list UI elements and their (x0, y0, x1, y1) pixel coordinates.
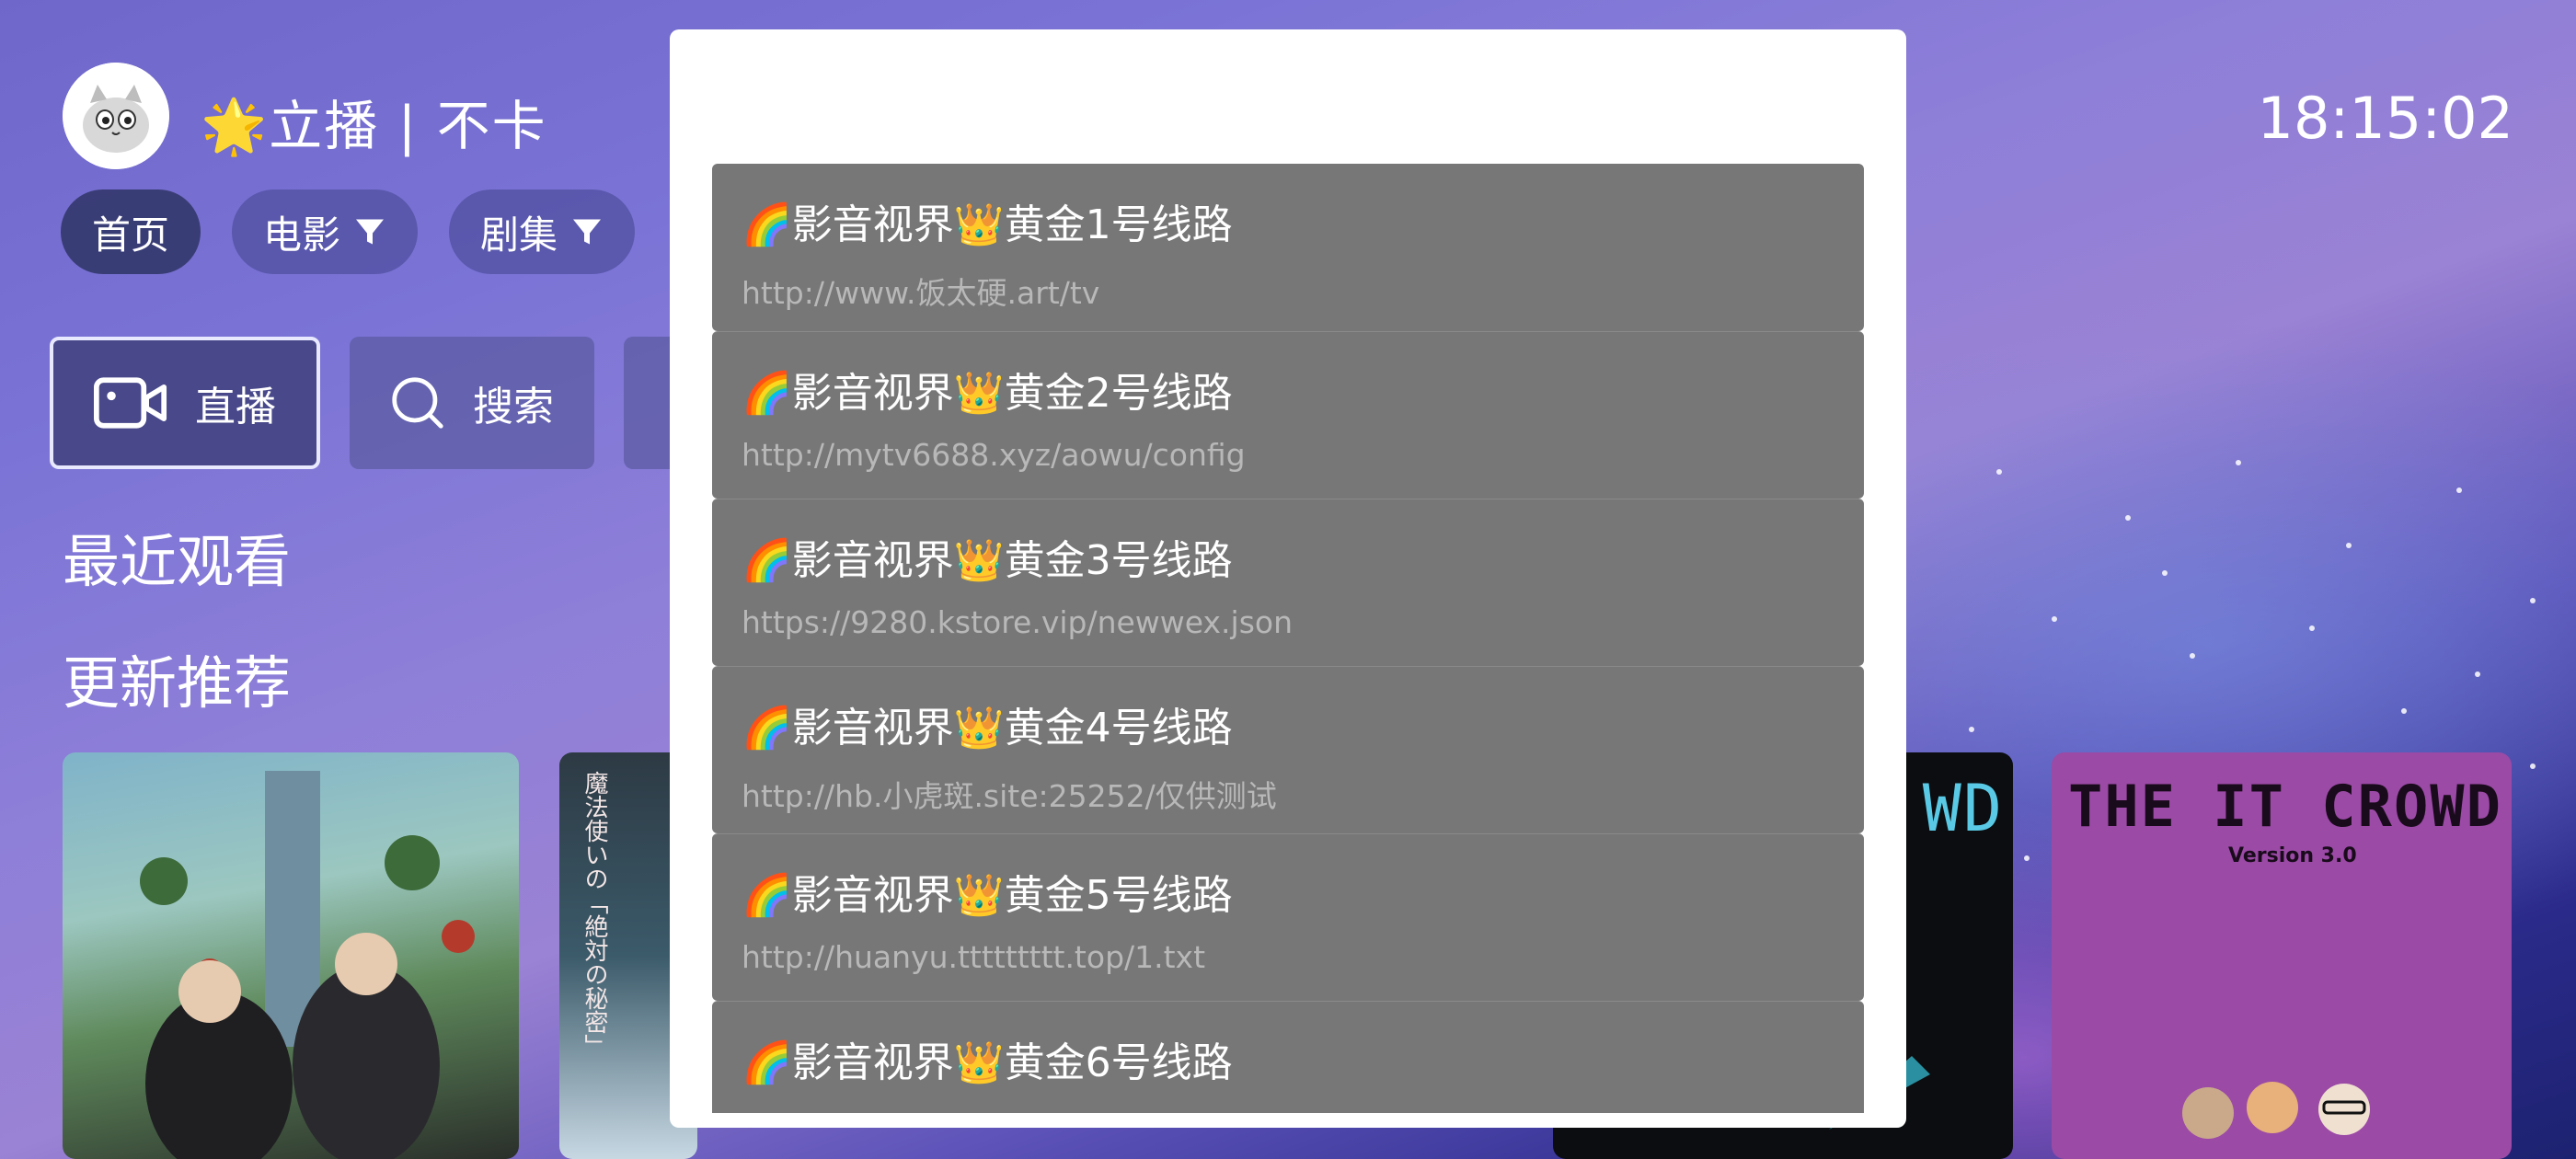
source-url: https://9280.kstore.vip/newwex.json (742, 604, 1293, 640)
source-item-2[interactable]: 🌈影音视界👑黄金2号线路 http://mytv6688.xyz/aowu/co… (712, 331, 1864, 499)
tab-label: 首页 (92, 212, 170, 258)
source-list[interactable]: 🌈影音视界👑黄金1号线路 http://www.饭太硬.art/tv 🌈影音视界… (712, 164, 1864, 1113)
live-button-label: 直播 (195, 384, 276, 430)
search-icon (392, 377, 443, 429)
source-url: http://mytv6688.xyz/aowu/config (742, 437, 1246, 473)
source-title: 🌈影音视界👑黄金1号线路 (742, 201, 1233, 248)
tab-home[interactable]: 首页 (61, 189, 201, 274)
poster-card[interactable] (63, 752, 519, 1159)
anime-poster-art (140, 771, 475, 1159)
source-title: 🌈影音视界👑黄金6号线路 (742, 1039, 1233, 1086)
video-camera-icon (94, 377, 167, 429)
cartoon-characters-art (2182, 1082, 2370, 1139)
quick-actions: 直播 搜索 (50, 337, 679, 469)
app-title: 🌟立播 | 不卡 (201, 95, 547, 157)
source-item-1[interactable]: 🌈影音视界👑黄金1号线路 http://www.饭太硬.art/tv (712, 164, 1864, 331)
source-item-5[interactable]: 🌈影音视界👑黄金5号线路 http://huanyu.ttttttttt.top… (712, 833, 1864, 1001)
user-avatar[interactable] (63, 63, 169, 169)
tab-label: 剧集 (480, 212, 558, 258)
search-button-label: 搜索 (473, 384, 554, 430)
clock: 18:15:02 (2257, 85, 2513, 152)
source-title: 🌈影音视界👑黄金5号线路 (742, 872, 1233, 919)
category-tabs: 首页 电影 剧集 (61, 189, 636, 274)
tab-label: 电影 (263, 212, 341, 258)
source-item-4[interactable]: 🌈影音视界👑黄金4号线路 http://hb.小虎斑.site:25252/仅供… (712, 666, 1864, 833)
source-item-6[interactable]: 🌈影音视界👑黄金6号线路 (712, 1001, 1864, 1113)
source-url: http://www.饭太硬.art/tv (742, 275, 1100, 311)
source-url: http://hb.小虎斑.site:25252/仅供测试 (742, 778, 1277, 814)
source-title: 🌈影音视界👑黄金3号线路 (742, 537, 1233, 584)
source-item-3[interactable]: 🌈影音视界👑黄金3号线路 https://9280.kstore.vip/new… (712, 499, 1864, 666)
recommend-title: 更新推荐 (63, 649, 292, 717)
tab-series[interactable]: 剧集 (449, 189, 636, 274)
poster-card[interactable]: THE IT CROWD Version 3.0 (2052, 752, 2512, 1159)
recent-watched-title: 最近观看 (63, 528, 292, 595)
tab-movies[interactable]: 电影 (232, 189, 419, 274)
source-url: http://huanyu.ttttttttt.top/1.txt (742, 939, 1206, 975)
source-select-dialog: 🌈影音视界👑黄金1号线路 http://www.饭太硬.art/tv 🌈影音视界… (670, 29, 1906, 1128)
filter-icon (573, 219, 602, 245)
poster-caption: 魔法使いの「絶対の秘密」 (581, 771, 608, 1058)
live-button[interactable]: 直播 (50, 337, 320, 469)
source-title: 🌈影音视界👑黄金2号线路 (742, 370, 1233, 417)
source-title: 🌈影音视界👑黄金4号线路 (742, 705, 1233, 752)
search-button[interactable]: 搜索 (350, 337, 594, 469)
filter-icon (356, 219, 385, 245)
